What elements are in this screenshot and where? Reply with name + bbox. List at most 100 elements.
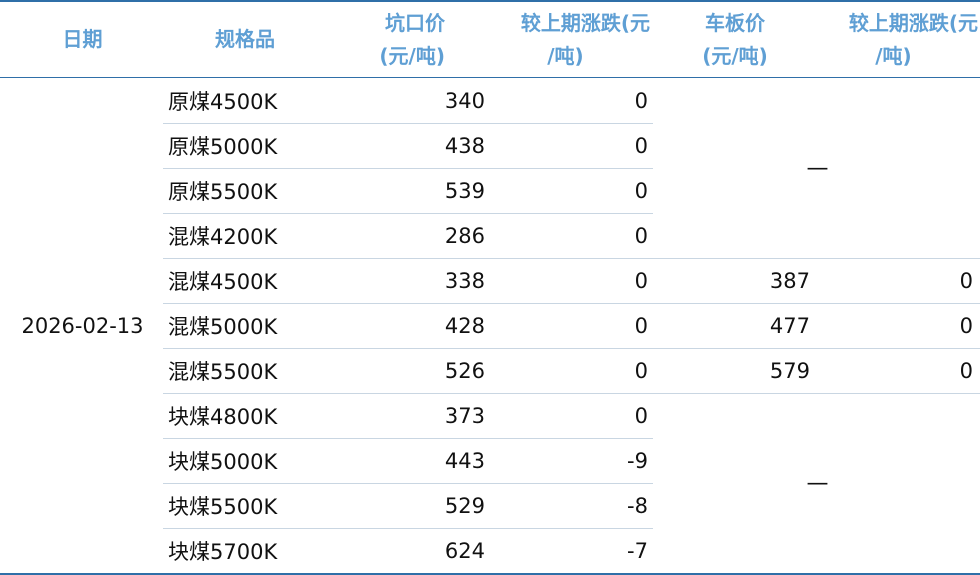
pit-price-cell-text: 443 [444,448,485,473]
header-board-change: 较上期涨跌(元 /吨) [800,2,978,77]
board-change-cell: 0 [820,348,973,393]
spec-cell-text: 混煤4200K [168,224,278,249]
spec-cell-text: 块煤5000K [168,449,278,474]
header-date-label: 日期 [62,27,103,51]
pit-change-cell: 0 [490,393,648,438]
header-spec: 规格品 [165,2,325,77]
spec-cell-text: 混煤4500K [168,269,278,294]
pit-change-cell-text: -8 [627,493,648,518]
board-change-cell-text: 0 [959,268,973,293]
spec-cell: 块煤4800K [168,393,318,438]
header-board-price-line1: 车板价 [705,10,765,35]
pit-price-cell-text: 438 [444,133,485,158]
pit-change-cell: -7 [490,528,648,573]
pit-price-cell-text: 338 [444,268,485,293]
spec-cell-text: 原煤4500K [168,89,278,114]
board-price-cell: 579 [680,348,810,393]
pit-change-cell: 0 [490,348,648,393]
header-date: 日期 [0,2,165,77]
pit-price-cell: 428 [330,303,485,348]
spec-cell-text: 原煤5000K [168,134,278,159]
spec-cell: 原煤5500K [168,168,318,213]
pit-price-cell: 340 [330,78,485,123]
pit-change-cell: 0 [490,213,648,258]
pit-change-cell-text: 0 [634,268,648,293]
header-board-price-line2: (元/吨) [702,43,768,68]
board-price-cell: 477 [680,303,810,348]
board-empty-bottom-marker: — [806,470,829,496]
board-change-cell: 0 [820,258,973,303]
board-empty-top: — [770,78,865,258]
spec-cell: 混煤5000K [168,303,318,348]
board-empty-top-marker: — [806,155,829,181]
pit-price-cell: 438 [330,123,485,168]
spec-cell-text: 块煤5500K [168,494,278,519]
pit-change-cell: 0 [490,123,648,168]
header-board-change-line1: 较上期涨跌(元 [848,10,978,35]
spec-cell-text: 块煤5700K [168,539,278,564]
board-change-cell-text: 0 [959,313,973,338]
header-pit-change-line2: /吨) [547,43,584,68]
pit-change-cell: 0 [490,78,648,123]
pit-change-cell-text: 0 [634,178,648,203]
pit-price-cell: 529 [330,483,485,528]
pit-price-cell: 443 [330,438,485,483]
header-pit-price-line2: (元/吨) [379,43,445,68]
board-change-cell-text: 0 [959,358,973,383]
spec-cell: 原煤5000K [168,123,318,168]
spec-cell-text: 块煤4800K [168,404,278,429]
pit-change-cell-text: -9 [627,448,648,473]
spec-cell: 块煤5500K [168,483,318,528]
header-board-price: 车板价 (元/吨) [680,2,790,77]
date-value: 2026-02-13 [21,313,144,338]
pit-change-cell-text: 0 [634,403,648,428]
pit-change-cell-text: 0 [634,358,648,383]
pit-price-cell-text: 539 [444,178,485,203]
pit-price-cell: 539 [330,168,485,213]
pit-price-cell: 373 [330,393,485,438]
pit-change-cell-text: 0 [634,313,648,338]
header-pit-price: 坑口价 (元/吨) [325,2,445,77]
header-pit-price-line1: 坑口价 [385,10,445,35]
spec-cell: 混煤4200K [168,213,318,258]
pit-price-cell-text: 624 [444,538,485,563]
pit-price-cell-text: 373 [444,403,485,428]
header-spec-label: 规格品 [215,27,275,51]
spec-cell: 混煤5500K [168,348,318,393]
date-cell: 2026-02-13 [0,78,165,573]
pit-change-cell-text: 0 [634,223,648,248]
pit-change-cell-text: 0 [634,133,648,158]
pit-change-cell-text: -7 [627,538,648,563]
board-price-cell: 387 [680,258,810,303]
pit-price-cell: 624 [330,528,485,573]
board-price-cell-text: 477 [769,313,810,338]
pit-change-cell: 0 [490,303,648,348]
spec-cell-text: 原煤5500K [168,179,278,204]
board-price-cell-text: 579 [769,358,810,383]
header-board-change-line2: /吨) [875,43,912,68]
pit-price-cell-text: 286 [444,223,485,248]
spec-cell-text: 混煤5000K [168,314,278,339]
header-pit-change-line1: 较上期涨跌(元 [520,10,650,35]
pit-price-cell-text: 428 [444,313,485,338]
spec-cell: 块煤5700K [168,528,318,573]
pit-price-cell: 286 [330,213,485,258]
pit-change-cell: 0 [490,168,648,213]
pit-price-cell-text: 526 [444,358,485,383]
pit-change-cell-text: 0 [634,88,648,113]
pit-change-cell: -9 [490,438,648,483]
pit-price-cell: 526 [330,348,485,393]
spec-cell: 混煤4500K [168,258,318,303]
pit-price-cell-text: 340 [444,88,485,113]
pit-change-cell: 0 [490,258,648,303]
board-empty-bottom: — [770,393,865,573]
spec-cell: 原煤4500K [168,78,318,123]
header-pit-change: 较上期涨跌(元 /吨) [470,2,650,77]
board-price-cell-text: 387 [769,268,810,293]
pit-price-cell-text: 529 [444,493,485,518]
pit-price-cell: 338 [330,258,485,303]
spec-cell: 块煤5000K [168,438,318,483]
spec-cell-text: 混煤5500K [168,359,278,384]
board-change-cell: 0 [820,303,973,348]
pit-change-cell: -8 [490,483,648,528]
